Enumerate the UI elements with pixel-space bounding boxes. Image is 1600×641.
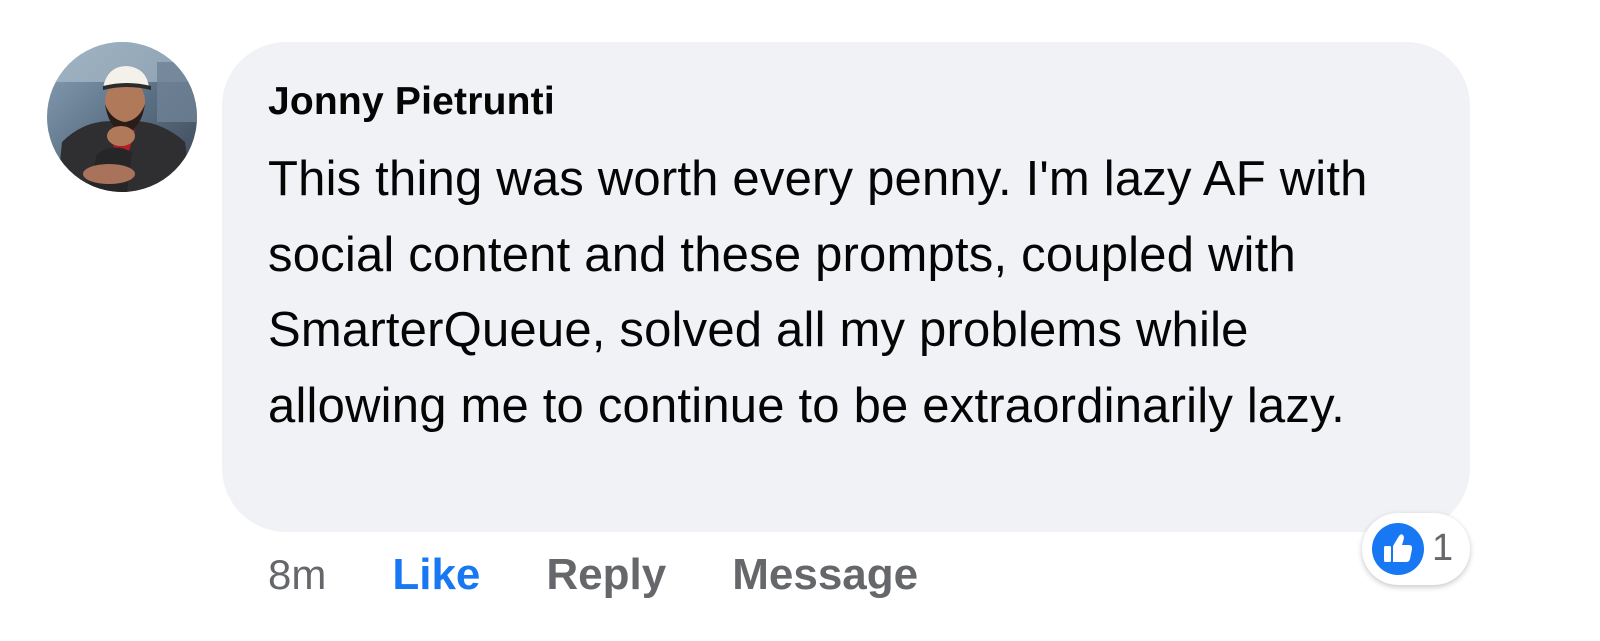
comment-text: This thing was worth every penny. I'm la… xyxy=(268,152,1368,433)
reply-button[interactable]: Reply xyxy=(546,550,666,600)
comment-actions: 8m Like Reply Message xyxy=(268,545,918,605)
reaction-summary[interactable]: 1 xyxy=(1362,513,1470,585)
comment: Jonny Pietrunti This thing was worth eve… xyxy=(0,0,1600,641)
comment-timestamp[interactable]: 8m xyxy=(268,551,326,599)
avatar[interactable] xyxy=(47,42,197,192)
avatar-photo-icon xyxy=(47,42,197,192)
comment-author[interactable]: Jonny Pietrunti xyxy=(268,80,555,124)
like-button[interactable]: Like xyxy=(392,550,480,600)
comment-bubble: Jonny Pietrunti This thing was worth eve… xyxy=(222,42,1470,532)
message-button[interactable]: Message xyxy=(732,550,918,600)
reaction-count: 1 xyxy=(1432,527,1454,569)
thumbs-up-icon xyxy=(1372,523,1424,575)
